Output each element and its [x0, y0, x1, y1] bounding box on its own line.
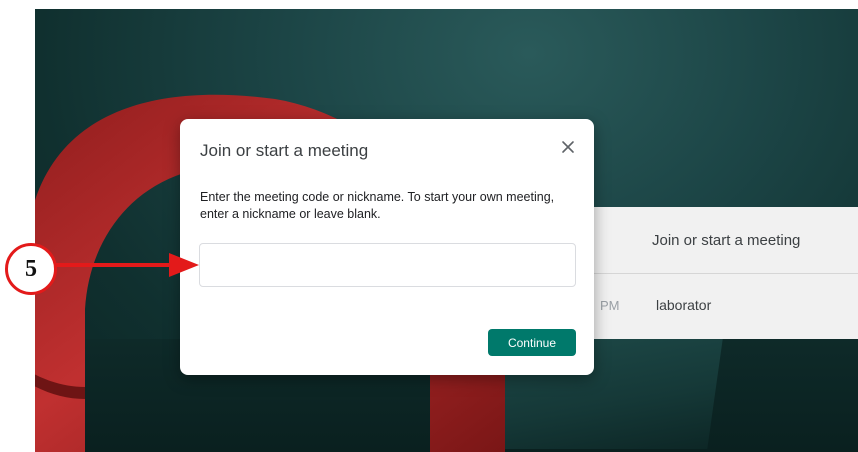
backdrop-meeting-panel: Join or start a meeting PM laborator — [592, 207, 858, 339]
dialog-title: Join or start a meeting — [200, 141, 369, 160]
close-icon[interactable] — [558, 137, 578, 157]
backdrop-meeting-name: laborator — [656, 297, 712, 313]
join-meeting-dialog: Join or start a meeting Enter the meetin… — [180, 119, 594, 375]
annotation-arrow-icon — [55, 253, 199, 277]
dialog-description: Enter the meeting code or nickname. To s… — [200, 190, 555, 221]
step-number-badge: 5 — [5, 243, 57, 295]
backdrop-meeting-row: PM laborator — [592, 274, 858, 336]
backdrop-panel-title: Join or start a meeting — [592, 207, 858, 274]
meeting-code-input[interactable] — [199, 243, 576, 287]
continue-button[interactable]: Continue — [488, 329, 576, 356]
backdrop-meeting-time: PM — [600, 297, 620, 313]
